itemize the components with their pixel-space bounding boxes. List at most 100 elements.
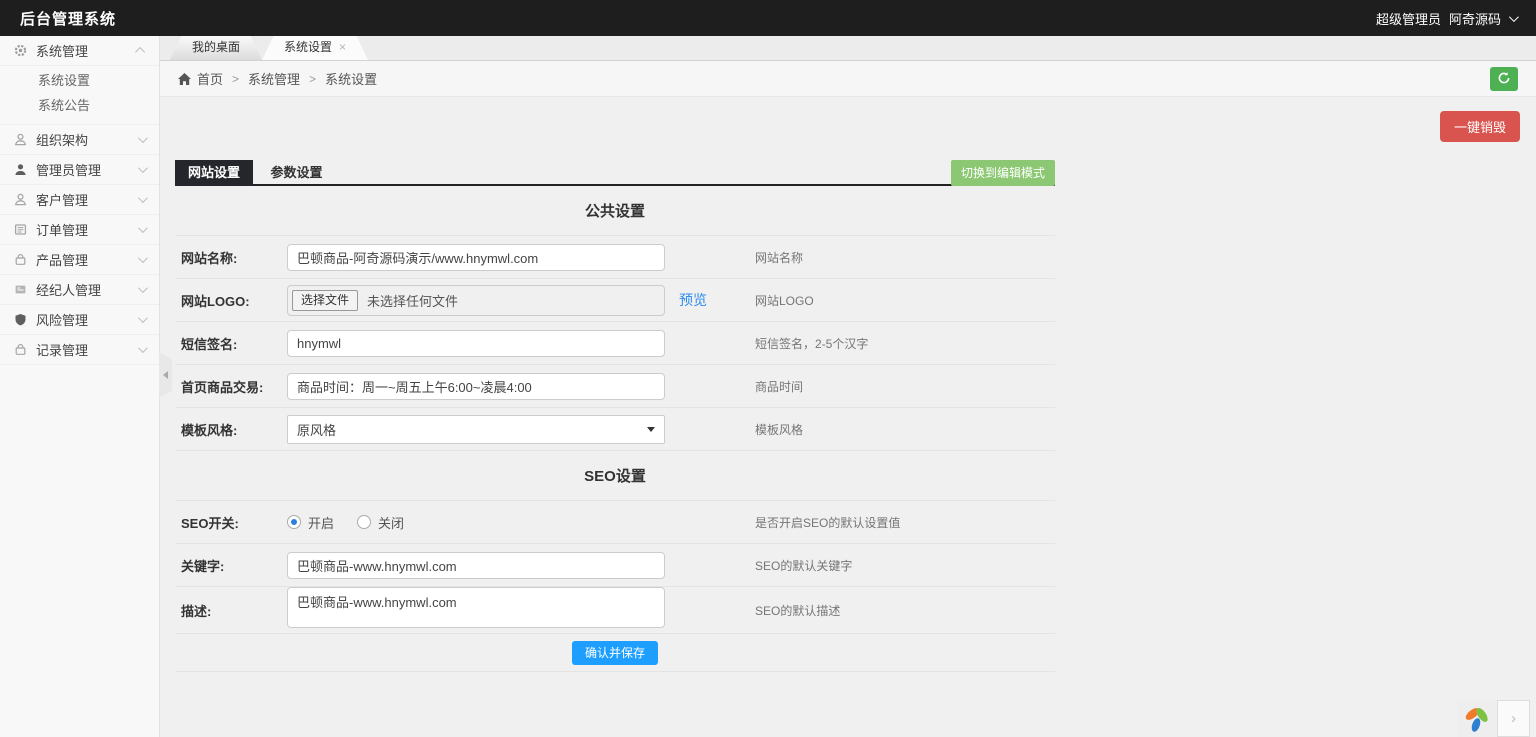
sidebar-group: 订单管理 [0, 215, 159, 245]
corner-widget: › [1457, 700, 1530, 737]
form-tab-param-settings[interactable]: 参数设置 [257, 160, 335, 186]
sidebar-group: 风险管理 [0, 305, 159, 335]
sidebar-item-record-management[interactable]: 记录管理 [0, 335, 159, 364]
field-hint: 网站名称 [755, 250, 804, 265]
breadcrumb-separator: > [309, 71, 317, 86]
one-key-destroy-button[interactable]: 一键销毁 [1439, 111, 1520, 142]
sidebar-item-risk-management[interactable]: 风险管理 [0, 305, 159, 334]
field-hint: SEO的默认关键字 [755, 558, 853, 573]
radio-on[interactable] [287, 515, 301, 529]
chevron-down-icon [137, 253, 148, 264]
form-row-site-name: 网站名称: 网站名称 [175, 236, 1055, 279]
field-label: 描述: [181, 603, 212, 619]
radio-off-label: 关闭 [378, 515, 405, 531]
sidebar-item-label: 管理员管理 [36, 163, 102, 178]
risk-shield-icon [14, 313, 27, 326]
pinwheel-logo-icon[interactable] [1457, 700, 1497, 737]
field-label: 模板风格: [181, 422, 238, 438]
sidebar-item-admin-management[interactable]: 管理员管理 [0, 155, 159, 184]
user-name: 阿奇源码 [1448, 11, 1501, 27]
tab-my-desktop[interactable]: 我的桌面 [170, 35, 262, 60]
sidebar-group: 管理员管理 [0, 155, 159, 185]
sidebar-item-product-management[interactable]: 产品管理 [0, 245, 159, 274]
choose-file-button[interactable]: 选择文件 [292, 289, 359, 311]
chevron-down-icon [137, 283, 148, 294]
product-icon [14, 253, 27, 266]
sidebar-group: 经纪人管理 [0, 275, 159, 305]
field-hint: 网站LOGO [755, 293, 814, 308]
switch-edit-mode-button[interactable]: 切换到编辑模式 [950, 160, 1055, 186]
record-icon [14, 343, 27, 356]
tab-label: 系统设置 [284, 40, 333, 54]
sidebar: 系统管理 系统设置 系统公告 组织架构 管理员管理 客户管理 订单管理 产品管理… [0, 36, 160, 737]
chevron-right-button[interactable]: › [1497, 700, 1530, 737]
collapse-arrow-icon [163, 371, 168, 379]
field-hint: 商品时间 [755, 379, 804, 394]
sidebar-item-label: 产品管理 [36, 253, 89, 268]
breadcrumb-home[interactable]: 首页 [197, 69, 223, 88]
sms-sign-input[interactable] [287, 329, 665, 357]
sidebar-collapse-handle[interactable] [159, 352, 172, 398]
tab-label: 我的桌面 [192, 40, 241, 54]
breadcrumb-separator: > [232, 71, 240, 86]
section-title-seo: SEO设置 [175, 451, 1055, 501]
chevron-right-icon: › [1511, 710, 1516, 727]
settings-form: 网站设置 参数设置 切换到编辑模式 公共设置 网站名称: 网站名称 网站LOGO… [175, 160, 1055, 672]
sidebar-item-organization[interactable]: 组织架构 [0, 125, 159, 154]
sidebar-item-system-settings[interactable]: 系统设置 [0, 68, 159, 93]
main-area: 我的桌面 系统设置 × 首页 > 系统管理 > 系统设置 一键销毁 网站设置 参数… [160, 36, 1536, 737]
section-title-common: 公共设置 [175, 186, 1055, 236]
sidebar-group: 记录管理 [0, 335, 159, 365]
sidebar-item-order-management[interactable]: 订单管理 [0, 215, 159, 244]
save-row: 确认并保存 [175, 634, 1055, 672]
tab-system-settings[interactable]: 系统设置 × [262, 35, 368, 60]
breadcrumb-system-settings[interactable]: 系统设置 [325, 69, 377, 88]
app-title: 后台管理系统 [20, 10, 117, 28]
select-arrow-icon [647, 426, 655, 432]
form-row-keywords: 关键字: SEO的默认关键字 [175, 544, 1055, 587]
form-tab-site-settings[interactable]: 网站设置 [175, 160, 254, 186]
field-label: 网站LOGO: [181, 293, 250, 309]
field-label: 网站名称: [181, 250, 238, 266]
file-status-text: 未选择任何文件 [367, 293, 459, 309]
sidebar-item-customer-management[interactable]: 客户管理 [0, 185, 159, 214]
refresh-button[interactable] [1490, 67, 1518, 91]
sidebar-item-label: 客户管理 [36, 193, 89, 208]
field-hint: 是否开启SEO的默认设置值 [755, 515, 901, 530]
admin-icon [14, 163, 27, 176]
sidebar-group-system: 系统管理 系统设置 系统公告 [0, 36, 159, 125]
home-trade-input[interactable] [287, 372, 665, 400]
description-textarea[interactable]: 巴顿商品-www.hnymwl.com [287, 587, 665, 628]
breadcrumb-system-management[interactable]: 系统管理 [248, 69, 300, 88]
form-row-template-style: 模板风格: 原风格 模板风格 [175, 408, 1055, 451]
chevron-down-icon [137, 133, 148, 144]
refresh-icon [1497, 71, 1511, 88]
logo-file-input[interactable]: 选择文件 未选择任何文件 [287, 284, 665, 316]
sidebar-item-label: 订单管理 [36, 223, 89, 238]
gear-icon [14, 44, 27, 57]
seo-switch-radio-group: 开启 关闭 [287, 513, 665, 532]
field-label: 首页商品交易: [181, 379, 264, 395]
top-header: 后台管理系统 超级管理员 阿奇源码 [0, 0, 1536, 36]
chevron-down-icon [137, 163, 148, 174]
preview-link[interactable]: 预览 [679, 290, 707, 310]
close-icon[interactable]: × [339, 40, 346, 54]
radio-off[interactable] [357, 515, 372, 529]
keywords-input[interactable] [287, 551, 665, 579]
sidebar-item-system-management[interactable]: 系统管理 [0, 36, 159, 65]
form-row-home-trade: 首页商品交易: 商品时间 [175, 365, 1055, 408]
field-label: 短信签名: [181, 336, 238, 352]
home-icon [178, 72, 191, 85]
user-menu[interactable]: 超级管理员 阿奇源码 [1376, 9, 1519, 28]
sidebar-item-label: 系统管理 [36, 44, 89, 59]
field-hint: 短信签名，2-5个汉字 [755, 336, 869, 351]
template-style-select[interactable]: 原风格 [287, 414, 665, 444]
confirm-save-button[interactable]: 确认并保存 [571, 640, 658, 665]
site-name-input[interactable] [287, 243, 665, 271]
sidebar-item-broker-management[interactable]: 经纪人管理 [0, 275, 159, 304]
form-row-seo-switch: SEO开关: 开启 关闭 是否开启SEO的默认设置值 [175, 501, 1055, 544]
sidebar-item-system-notice[interactable]: 系统公告 [0, 93, 159, 118]
radio-on-label: 开启 [308, 515, 335, 531]
sidebar-item-label: 经纪人管理 [36, 283, 102, 298]
form-tabbar: 网站设置 参数设置 切换到编辑模式 [175, 160, 1055, 186]
